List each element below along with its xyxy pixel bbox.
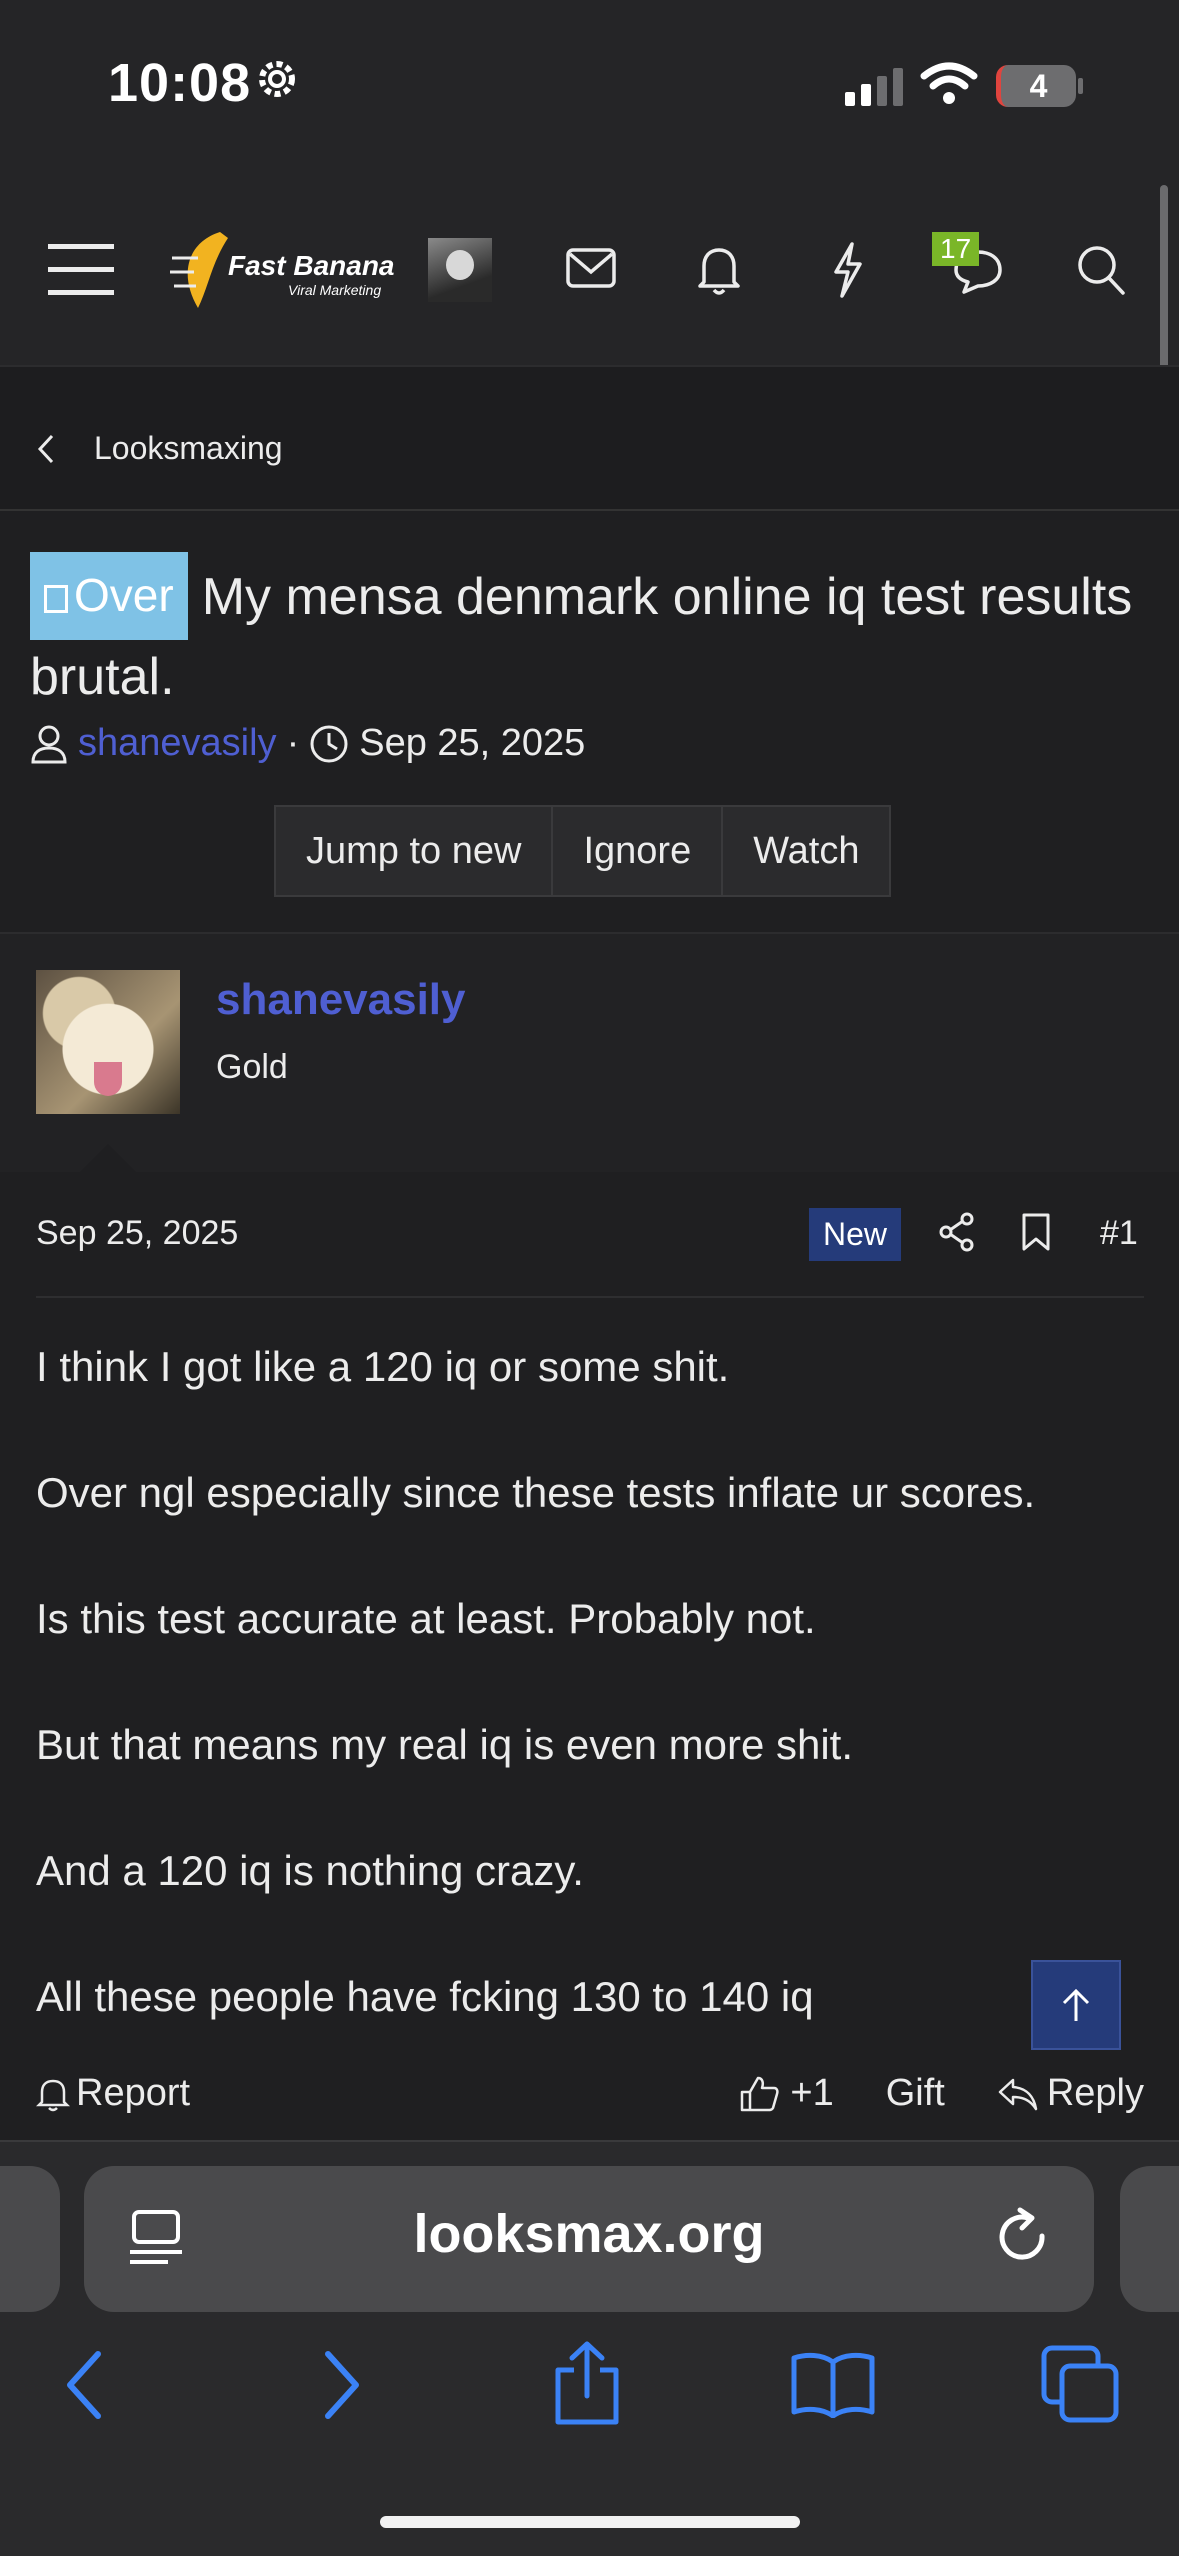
home-indicator[interactable]: [380, 2516, 800, 2528]
post-line: All these people have fcking 130 to 140 …: [36, 1973, 814, 2020]
reply-button[interactable]: Reply: [997, 2072, 1144, 2115]
breadcrumb-label: Looksmaxing: [94, 430, 283, 466]
forward-icon[interactable]: [320, 2350, 364, 2420]
new-badge: New: [809, 1208, 902, 1261]
user-icon: [31, 725, 67, 763]
gear-status-icon: [259, 61, 295, 97]
poster-username[interactable]: shanevasily: [216, 975, 466, 1025]
battery-level: 4: [1029, 67, 1048, 104]
inbox-icon[interactable]: [566, 248, 616, 290]
arrow-up-icon: [1062, 1988, 1090, 2021]
gift-button[interactable]: Gift: [886, 2072, 945, 2115]
like-count: +1: [790, 2072, 834, 2114]
menu-icon[interactable]: [48, 242, 114, 296]
lightning-icon[interactable]: [830, 242, 866, 298]
thread-author-link[interactable]: shanevasily: [78, 722, 277, 765]
previous-tab-preview[interactable]: [0, 2166, 60, 2312]
thread-meta: shanevasily · Sep 25, 2025: [30, 722, 585, 765]
browser-divider: [0, 2140, 1179, 2142]
status-time: 10:08: [108, 53, 252, 113]
wifi-icon: [920, 62, 978, 104]
reply-label: Reply: [1046, 2072, 1144, 2114]
signal-icon: [845, 68, 903, 106]
post-line: Is this test accurate at least. Probably…: [36, 1595, 816, 1642]
share-icon[interactable]: [938, 1212, 976, 1252]
reply-icon: [998, 2078, 1038, 2110]
post-number[interactable]: #1: [1100, 1214, 1138, 1253]
battery-icon: 4: [996, 65, 1076, 107]
post-line: Over ngl especially since these tests in…: [36, 1469, 1036, 1516]
reload-icon[interactable]: [994, 2206, 1054, 2270]
prefix-label: Over: [74, 569, 174, 621]
share-sheet-icon[interactable]: [552, 2340, 622, 2426]
report-label: Report: [76, 2072, 191, 2114]
post-line: But that means my real iq is even more s…: [36, 1721, 854, 1768]
post-line: I think I got like a 120 iq or some shit…: [36, 1343, 730, 1390]
header-separator: [0, 365, 1179, 403]
logo-subtext: Viral Marketing: [288, 282, 382, 298]
post-date[interactable]: Sep 25, 2025: [36, 1214, 238, 1253]
search-icon[interactable]: [1076, 244, 1126, 296]
next-tab-preview[interactable]: [1120, 2166, 1179, 2312]
user-avatar[interactable]: [428, 238, 492, 302]
chevron-left-icon: [37, 434, 54, 463]
thread-title-block: Over My mensa denmark online iq test res…: [30, 552, 1140, 714]
logo-text: Fast Banana: [228, 250, 395, 281]
battery-tip: [1078, 78, 1083, 94]
poster-user-title: Gold: [216, 1048, 288, 1086]
scroll-to-top-button[interactable]: [1031, 1960, 1121, 2050]
post-actions: Report +1 Gift Reply: [36, 2072, 1144, 2115]
tabs-icon[interactable]: [1040, 2344, 1122, 2426]
breadcrumb[interactable]: Looksmaxing: [36, 430, 283, 467]
site-logo[interactable]: Fast Banana Viral Marketing: [168, 228, 398, 314]
user-arrow: [80, 1144, 136, 1172]
url-text[interactable]: looksmax.org: [84, 2203, 1094, 2265]
back-icon[interactable]: [62, 2350, 106, 2420]
poster-avatar[interactable]: [36, 970, 180, 1114]
jump-to-new-button[interactable]: Jump to new: [274, 805, 554, 897]
bell-icon[interactable]: [696, 244, 742, 296]
thread-button-group: Jump to new Ignore Watch: [274, 805, 892, 897]
bookmarks-icon[interactable]: [790, 2352, 876, 2418]
like-button[interactable]: +1: [738, 2072, 834, 2115]
bookmark-icon[interactable]: [1020, 1212, 1052, 1252]
conversations-button[interactable]: 17: [932, 232, 1008, 296]
watch-button[interactable]: Watch: [721, 805, 892, 897]
report-button[interactable]: Report: [36, 2072, 190, 2115]
post-action-group: +1 Gift Reply: [738, 2072, 1144, 2115]
meta-separator: ·: [286, 722, 300, 764]
chat-badge: 17: [932, 232, 980, 266]
post-line: And a 120 iq is nothing crazy.: [36, 1847, 584, 1894]
thread-title: My mensa denmark online iq test results …: [30, 568, 1133, 706]
thread-prefix[interactable]: Over: [30, 552, 188, 640]
prefix-box-icon: [44, 585, 68, 613]
clock-icon: [310, 725, 348, 762]
post-divider: [36, 1296, 1144, 1298]
thread-date: Sep 25, 2025: [359, 722, 586, 764]
thumbs-up-icon: [741, 2076, 780, 2111]
bell-report-icon: [36, 2079, 70, 2111]
ignore-button[interactable]: Ignore: [551, 805, 724, 897]
